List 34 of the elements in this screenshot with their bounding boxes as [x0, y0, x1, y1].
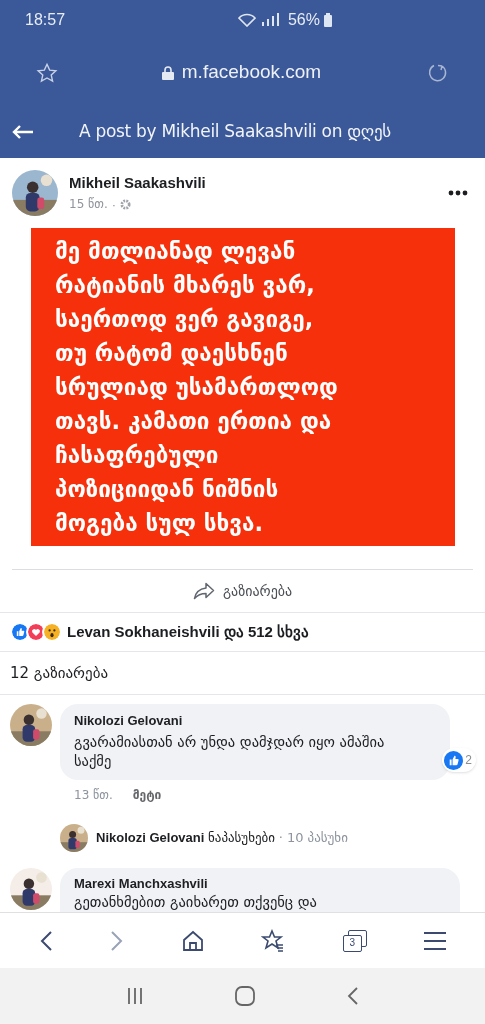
author-name[interactable]: Mikheil Saakashvili — [69, 172, 206, 195]
share-arrow-icon — [192, 582, 215, 600]
like-icon — [444, 750, 464, 770]
commenter-name[interactable]: Marexi Manchxashvili — [74, 873, 446, 893]
clock: 18:57 — [25, 10, 66, 30]
commenter-name[interactable]: Nikolozi Gelovani — [74, 711, 436, 731]
comment-text: გვარამიასთან არ უნდა დამჯდარ იყო ამაშია საქმე — [74, 732, 386, 771]
battery-icon — [324, 13, 332, 27]
battery-level: 56% — [287, 10, 320, 30]
more-options-icon[interactable] — [448, 190, 468, 196]
home-icon[interactable] — [181, 929, 204, 952]
star-icon[interactable] — [36, 61, 58, 84]
recent-apps-icon[interactable] — [125, 987, 144, 1005]
shares-count[interactable]: 12 გაზიარება — [10, 661, 108, 685]
url-field[interactable]: m.facebook.com — [181, 58, 322, 87]
back-icon[interactable] — [38, 929, 53, 952]
forward-icon[interactable] — [110, 929, 125, 952]
separator-dot: · — [111, 195, 117, 214]
comment-time: 13 წთ. — [74, 786, 113, 804]
share-button[interactable]: გაზიარება — [192, 580, 293, 602]
menu-icon[interactable] — [424, 931, 447, 950]
lock-icon — [161, 65, 174, 80]
wifi-icon — [237, 13, 256, 27]
back-arrow-icon[interactable] — [12, 123, 34, 140]
back-icon[interactable] — [347, 986, 360, 1006]
bookmarks-icon[interactable] — [261, 928, 286, 953]
post-text: მე მთლიანად ლევან რატიანის მხარეს ვარ, საერთოდ ვერ გავიგე, თუ რატომ დაესხნენ სრულიად უსამართლოდ თავს. კამათი ერთია და ჩასაფრებული პოზიციიდან ნიშნის მოგება სულ სხვა. — [55, 237, 338, 538]
surprised-face-icon — [42, 622, 62, 642]
reactions-summary[interactable]: Levan Sokhaneishvili და 512 სხვა — [67, 620, 310, 644]
comment-text: გეთანხმებით გაიხარეთ თქვენც და — [74, 893, 318, 912]
page-title: A post by Mikheil Saakashvili on დღეს — [79, 119, 391, 143]
replies-link[interactable]: Nikolozi Gelovani ნაპასუხები · 10 პასუხი — [96, 827, 348, 848]
home-button-icon[interactable] — [235, 986, 256, 1006]
more-link[interactable]: მეტი — [132, 785, 162, 804]
